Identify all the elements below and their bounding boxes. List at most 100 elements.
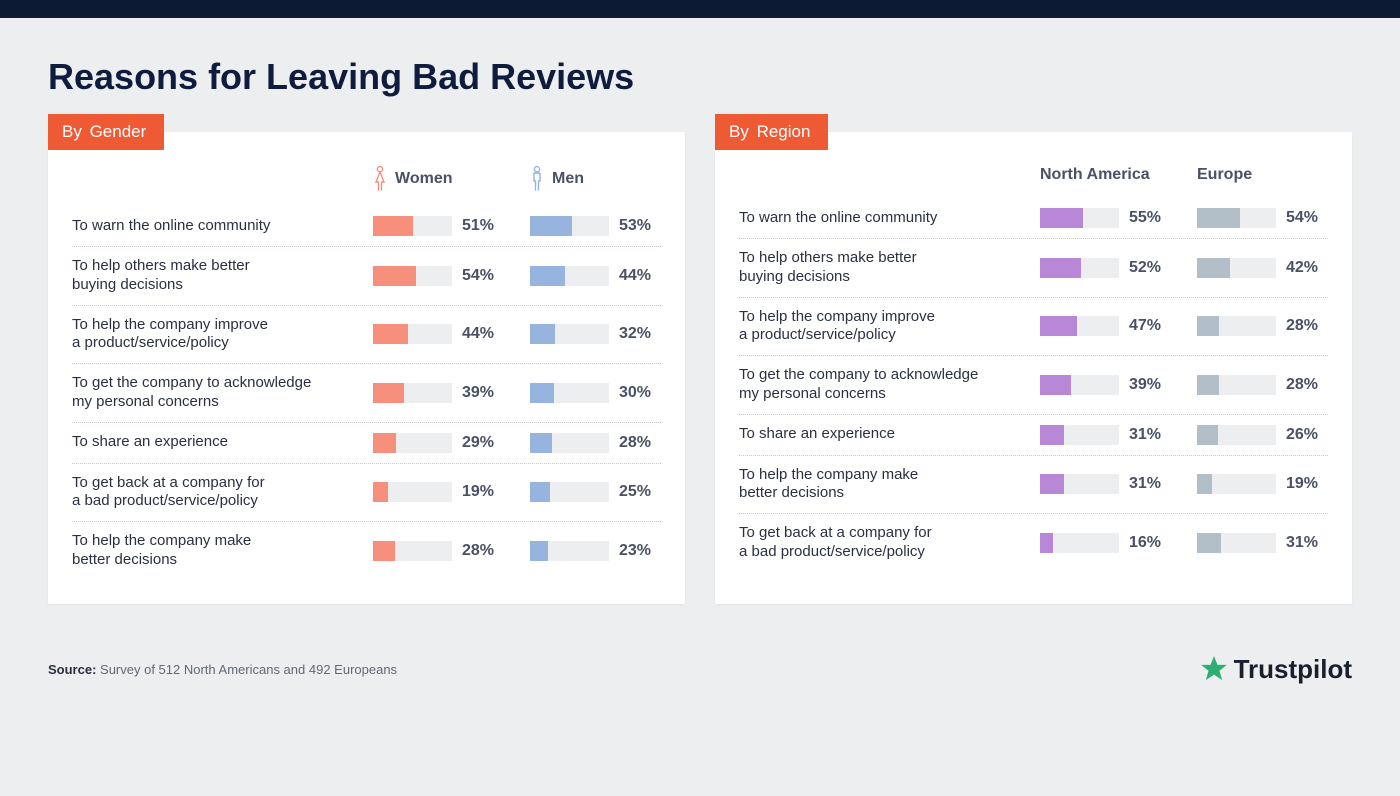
page: Reasons for Leaving Bad Reviews By Gende… <box>0 18 1400 624</box>
top-bar <box>0 0 1400 18</box>
bar-cell: 19% <box>373 482 504 502</box>
bar-track <box>1197 208 1276 228</box>
bar-track <box>530 266 609 286</box>
row-label: To help the company makebetter decisions <box>72 532 347 570</box>
bar-track <box>373 433 452 453</box>
bar-cell: 28% <box>530 433 661 453</box>
bar-cell: 44% <box>530 266 661 286</box>
bar-value: 55% <box>1129 209 1171 227</box>
bar-value: 39% <box>462 384 504 402</box>
bar-fill <box>373 482 388 502</box>
panel-tag-region: By Region <box>715 114 828 150</box>
bar-value: 42% <box>1286 259 1328 277</box>
bar-track <box>373 482 452 502</box>
bar-cell: 31% <box>1040 474 1171 494</box>
bar-fill <box>373 383 404 403</box>
table-row: To help others make betterbuying decisio… <box>72 247 661 306</box>
row-label: To get the company to acknowledgemy pers… <box>72 374 347 412</box>
row-label: To get back at a company fora bad produc… <box>72 474 347 512</box>
row-label: To help the company improvea product/ser… <box>739 308 1014 346</box>
row-label: To share an experience <box>72 433 347 452</box>
bar-fill <box>1197 258 1230 278</box>
bar-value: 26% <box>1286 426 1328 444</box>
bar-value: 29% <box>462 434 504 452</box>
bar-fill <box>373 266 416 286</box>
column-head-eu: Europe <box>1197 166 1328 184</box>
table-row: To help others make betterbuying decisio… <box>739 239 1328 298</box>
bar-cell: 16% <box>1040 533 1171 553</box>
bar-fill <box>1040 533 1053 553</box>
bar-cell: 28% <box>1197 375 1328 395</box>
bar-fill <box>1197 474 1212 494</box>
rows-gender: To warn the online community51%53%To hel… <box>72 206 661 580</box>
bar-value: 51% <box>462 217 504 235</box>
bar-track <box>1040 474 1119 494</box>
bar-value: 28% <box>619 434 661 452</box>
bar-track <box>1040 375 1119 395</box>
bar-fill <box>1040 474 1064 494</box>
bar-cell: 52% <box>1040 258 1171 278</box>
panel-tag-prefix: By <box>62 122 82 141</box>
bar-value: 44% <box>462 325 504 343</box>
bar-value: 28% <box>1286 376 1328 394</box>
bar-track <box>1040 533 1119 553</box>
bar-value: 44% <box>619 267 661 285</box>
woman-icon <box>373 166 387 192</box>
bar-value: 31% <box>1129 475 1171 493</box>
bar-cell: 30% <box>530 383 661 403</box>
bar-cell: 39% <box>373 383 504 403</box>
bar-cell: 54% <box>1197 208 1328 228</box>
table-row: To get the company to acknowledgemy pers… <box>72 364 661 423</box>
row-label: To warn the online community <box>739 209 1014 228</box>
row-label: To help others make betterbuying decisio… <box>739 249 1014 287</box>
bar-track <box>373 266 452 286</box>
bar-value: 19% <box>462 483 504 501</box>
bar-value: 30% <box>619 384 661 402</box>
table-row: To help the company makebetter decisions… <box>72 522 661 580</box>
bar-cell: 51% <box>373 216 504 236</box>
column-head-women: Women <box>373 166 504 192</box>
column-headers: Women Men <box>72 166 661 192</box>
bar-track <box>1197 375 1276 395</box>
brand: Trustpilot <box>1200 654 1352 685</box>
bar-track <box>1197 316 1276 336</box>
table-row: To get back at a company fora bad produc… <box>72 464 661 523</box>
bar-track <box>1040 208 1119 228</box>
row-label: To get the company to acknowledgemy pers… <box>739 366 1014 404</box>
bar-value: 25% <box>619 483 661 501</box>
bar-value: 32% <box>619 325 661 343</box>
bar-track <box>530 216 609 236</box>
man-icon <box>530 166 544 192</box>
bar-fill <box>530 216 572 236</box>
bar-track <box>373 324 452 344</box>
bar-fill <box>1040 375 1071 395</box>
bar-cell: 29% <box>373 433 504 453</box>
bar-fill <box>373 216 413 236</box>
row-label: To help others make betterbuying decisio… <box>72 257 347 295</box>
panel-tag-prefix: By <box>729 122 749 141</box>
column-label: Women <box>395 170 452 188</box>
page-title: Reasons for Leaving Bad Reviews <box>48 56 1352 98</box>
bar-value: 54% <box>1286 209 1328 227</box>
row-label: To get back at a company fora bad produc… <box>739 524 1014 562</box>
bar-track <box>530 324 609 344</box>
panels-container: By Gender Women Men <box>48 132 1352 604</box>
panel-tag-gender: By Gender <box>48 114 164 150</box>
bar-cell: 31% <box>1197 533 1328 553</box>
column-label: Europe <box>1197 166 1252 184</box>
column-headers: North America Europe <box>739 166 1328 184</box>
bar-cell: 55% <box>1040 208 1171 228</box>
row-label: To help the company makebetter decisions <box>739 466 1014 504</box>
bar-cell: 44% <box>373 324 504 344</box>
bar-fill <box>530 482 550 502</box>
bar-track <box>1197 425 1276 445</box>
bar-fill <box>530 266 565 286</box>
bar-value: 28% <box>1286 317 1328 335</box>
bar-fill <box>373 324 408 344</box>
bar-track <box>1040 316 1119 336</box>
bar-value: 16% <box>1129 534 1171 552</box>
bar-value: 19% <box>1286 475 1328 493</box>
table-row: To help the company makebetter decisions… <box>739 456 1328 515</box>
bar-track <box>1197 258 1276 278</box>
panel-gender: By Gender Women Men <box>48 132 685 604</box>
